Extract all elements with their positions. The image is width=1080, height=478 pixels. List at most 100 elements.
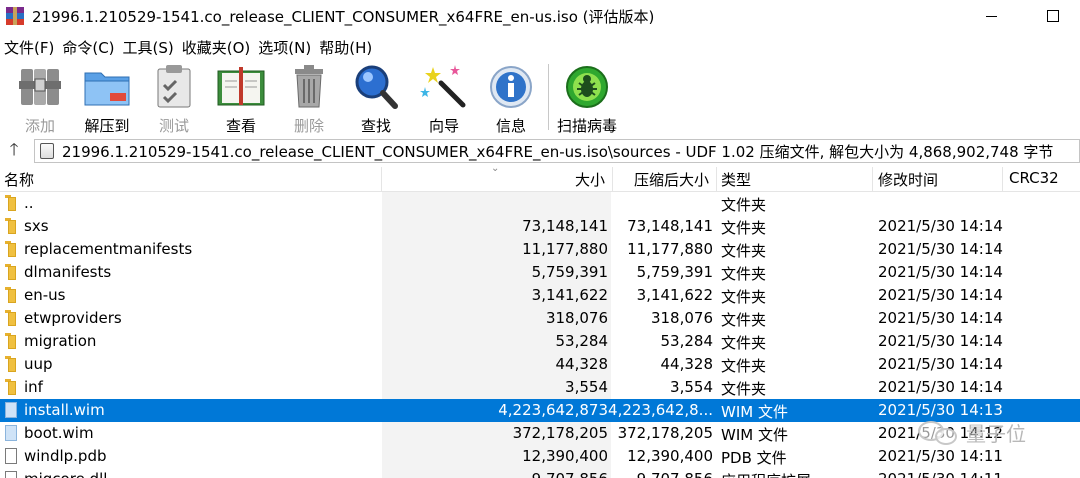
extract-folder-icon [82,63,132,111]
column-divider [1002,167,1003,192]
add-button[interactable]: 添加 [7,60,73,136]
column-name[interactable]: 名称 [4,169,34,190]
file-modified: 2021/5/30 14:14 [878,240,1003,258]
file-size: 4,223,642,873 [498,401,608,419]
watermark-text: 量子位 [966,422,1026,446]
file-type: 文件夹 [721,265,767,283]
column-type[interactable]: 类型 [721,169,751,190]
test-button[interactable]: 测试 [141,60,207,136]
menu-tools[interactable]: 工具(S) [119,37,178,58]
column-divider [716,167,717,192]
virus-scan-button[interactable]: 扫描病毒 [553,60,621,136]
file-size: 73,148,141 [522,217,608,235]
file-name: etwproviders [24,309,122,327]
file-modified: 2021/5/30 14:11 [878,447,1003,465]
file-row[interactable]: .. 文件夹 [0,192,1080,215]
file-name: .. [24,194,34,212]
file-modified: 2021/5/30 14:14 [878,309,1003,327]
file-row[interactable]: replacementmanifests 11,177,880 11,177,880… [0,238,1080,261]
file-packed-size: 11,177,880 [627,240,713,258]
file-modified: 2021/5/30 14:14 [878,332,1003,350]
view-button[interactable]: 查看 [208,60,274,136]
minimize-button[interactable] [968,0,1014,32]
column-size[interactable]: 大小 [575,169,605,190]
file-modified: 2021/5/30 14:14 [878,217,1003,235]
delete-button[interactable]: 删除 [276,60,342,136]
path-field[interactable]: 21996.1.210529-1541.co_release_CLIENT_CO… [34,139,1080,163]
file-packed-size: 53,284 [660,332,714,350]
folder-icon [5,356,17,372]
folder-icon [5,241,17,257]
info-button[interactable]: 信息 [478,60,544,136]
file-row[interactable]: migration 53,284 53,284 文件夹 2021/5/30 14:14 [0,330,1080,353]
menu-file[interactable]: 文件(F) [0,37,58,58]
find-button[interactable]: 查找 [343,60,409,136]
menu-bar: 文件(F) 命令(C) 工具(S) 收藏夹(O) 选项(N) 帮助(H) [0,35,376,59]
winrar-app-icon [6,7,24,25]
file-type: 文件夹 [721,334,767,352]
file-type: WIM 文件 [721,403,788,421]
menu-commands[interactable]: 命令(C) [58,37,118,58]
column-header: 名称 ⌄ 大小 压缩后大小 类型 修改时间 CRC32 [0,163,1080,192]
file-size: 372,178,205 [512,424,608,442]
toolbar: 添加 解压到 测试 查看 删除 查找 向导 信息 扫描病毒 [0,60,1080,136]
folder-icon [5,287,17,303]
window-title: 21996.1.210529-1541.co_release_CLIENT_CO… [32,7,655,26]
menu-options[interactable]: 选项(N) [254,37,315,58]
file-row[interactable]: en-us 3,141,622 3,141,622 文件夹 2021/5/30 14:1… [0,284,1080,307]
trash-icon [284,63,334,111]
test-label: 测试 [158,117,189,135]
find-label: 查找 [360,117,391,135]
file-modified: 2021/5/30 14:14 [878,263,1003,281]
file-modified: 2021/5/30 14:11 [878,470,1003,478]
view-book-icon [216,63,266,111]
file-packed-size: 4,223,642,8... [608,401,713,419]
file-row[interactable]: dlmanifests 5,759,391 5,759,391 文件夹 2021/5/3… [0,261,1080,284]
sort-caret-icon: ⌄ [491,163,500,174]
info-label: 信息 [495,117,526,135]
column-crc32[interactable]: CRC32 [1009,169,1059,187]
file-packed-size: 3,554 [670,378,713,396]
file-row[interactable]: sxs 73,148,141 73,148,141 文件夹 2021/5/30 14:1… [0,215,1080,238]
file-name: migration [24,332,97,350]
up-one-level-button[interactable]: 🡑 [0,138,28,164]
file-type: 文件夹 [721,288,767,306]
add-archive-icon [15,63,65,111]
menu-favorites[interactable]: 收藏夹(O) [178,37,255,58]
column-modified[interactable]: 修改时间 [878,169,938,190]
file-name: boot.wim [24,424,94,442]
file-name: dlmanifests [24,263,112,281]
file-size: 9,707,856 [532,470,608,478]
folder-icon [5,310,17,326]
file-icon [5,425,17,441]
file-packed-size: 9,707,856 [637,470,713,478]
file-type: PDB 文件 [721,449,787,467]
file-type: 文件夹 [721,196,767,214]
file-modified: 2021/5/30 14:13 [878,401,1003,419]
file-name: sxs [24,217,49,235]
file-row[interactable]: inf 3,554 3,554 文件夹 2021/5/30 14:14 [0,376,1080,399]
file-row[interactable]: migcore.dll 9,707,856 9,707,856 应用程序扩展 2021/… [0,468,1080,478]
test-clipboard-icon [149,63,199,111]
maximize-button[interactable] [1030,0,1076,32]
watermark: 量子位 [918,418,1026,447]
extract-to-button[interactable]: 解压到 [74,60,140,136]
file-row[interactable]: windlp.pdb 12,390,400 12,390,400 PDB 文件 2021… [0,445,1080,468]
menu-help[interactable]: 帮助(H) [315,37,376,58]
column-packed-size[interactable]: 压缩后大小 [634,169,709,190]
file-packed-size: 5,759,391 [636,263,713,281]
file-row[interactable]: etwproviders 318,076 318,076 文件夹 2021/5/30 1… [0,307,1080,330]
archive-drive-icon [40,143,54,159]
magnifier-icon [351,63,401,111]
file-name: inf [24,378,43,396]
file-packed-size: 44,328 [660,355,714,373]
file-packed-size: 73,148,141 [627,217,713,235]
file-name: en-us [24,286,66,304]
wizard-button[interactable]: 向导 [411,60,477,136]
file-type: 文件夹 [721,357,767,375]
file-row[interactable]: uup 44,328 44,328 文件夹 2021/5/30 14:14 [0,353,1080,376]
file-size: 3,554 [565,378,608,396]
file-name: migcore.dll [24,470,107,478]
file-size: 11,177,880 [522,240,608,258]
maximize-icon [1047,10,1059,22]
